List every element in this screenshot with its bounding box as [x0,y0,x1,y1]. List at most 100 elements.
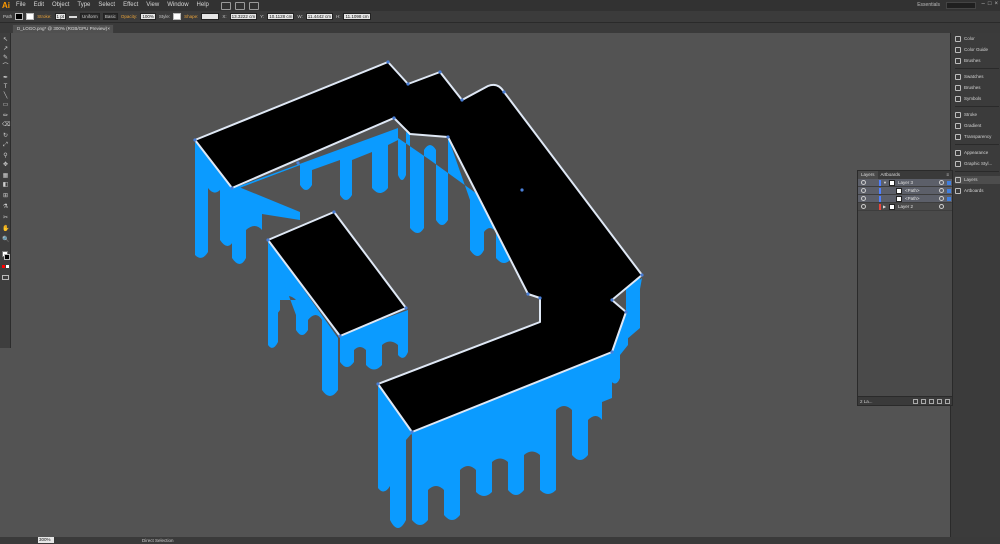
menu-type[interactable]: Type [73,0,94,11]
width-field[interactable]: 11.4442 cm [305,13,333,20]
menu-object[interactable]: Object [48,0,73,11]
layer-name[interactable]: Layer 3 [898,179,913,187]
canvas[interactable] [12,33,948,537]
tab-layers[interactable]: Layers [858,171,878,179]
menu-effect[interactable]: Effect [119,0,142,11]
menu-select[interactable]: Select [94,0,119,11]
opacity-field[interactable]: 100% [140,13,156,20]
selection-indicator[interactable] [947,181,951,185]
fill-swatch[interactable] [15,13,24,20]
shape-label[interactable]: Shape: [184,14,198,19]
paintbrush-tool-icon[interactable]: ✏ [2,113,9,119]
visibility-eye-icon[interactable] [861,188,866,193]
brush-definition-select[interactable]: Basic [102,13,118,20]
x-field[interactable]: 13.3222 cm [229,13,258,20]
rectangle-tool-icon[interactable]: ▭ [2,102,9,108]
shape-field[interactable] [201,13,220,20]
expand-triangle-icon[interactable]: ▶ [883,203,886,211]
dock-color-guide[interactable]: Color Guide [955,46,1000,54]
bridge-icon[interactable] [220,1,231,10]
menu-file[interactable]: File [12,0,30,11]
close-tab-icon[interactable]: × [107,25,110,33]
document-tab[interactable]: D_LOGO.png* @ 300% (RGB/GPU Preview) × [12,24,114,33]
close-window-button[interactable]: × [994,1,998,7]
zoom-tool-icon[interactable]: 🔍 [2,237,9,243]
dock-brushes[interactable]: Brushes [955,57,1000,65]
screen-mode-icon[interactable] [2,275,9,280]
menu-view[interactable]: View [142,0,163,11]
selection-tool-icon[interactable]: ↖ [2,37,9,43]
dock-color[interactable]: Color [955,35,1000,43]
target-circle-icon[interactable] [939,188,944,193]
search-input[interactable] [946,2,976,9]
dock-symbols[interactable]: Symbols [955,95,1000,103]
pen-tool-icon[interactable]: ✒ [2,75,9,81]
dock-stroke[interactable]: Stroke [955,111,1000,119]
create-sublayer-icon[interactable] [929,399,934,404]
visibility-eye-icon[interactable] [861,196,866,201]
scissors-tool-icon[interactable]: ✂ [2,215,9,221]
current-tool-status[interactable]: Direct Selection [142,537,174,544]
stroke-color-swatch[interactable] [4,254,10,260]
visibility-eye-icon[interactable] [861,180,866,185]
direct-selection-tool-icon[interactable]: ↗ [2,46,9,52]
artwork[interactable] [12,33,948,537]
menu-help[interactable]: Help [193,0,213,11]
expand-triangle-icon[interactable]: ▼ [883,179,887,187]
opacity-label[interactable]: Opacity: [121,14,138,19]
tab-artboards[interactable]: Artboards [878,171,904,179]
dock-appearance[interactable]: Appearance [955,149,1000,157]
stroke-weight-field[interactable]: 1 pt [54,13,67,20]
magic-wand-tool-icon[interactable]: ✎ [2,55,9,61]
stroke-profile-select[interactable]: Uniform [80,13,100,20]
perspective-grid-tool-icon[interactable]: ◧ [2,182,9,188]
stroke-swatch[interactable] [26,13,35,20]
stroke-label[interactable]: Stroke: [37,14,51,19]
make-clipping-mask-icon[interactable] [921,399,926,404]
layer-name[interactable]: <Path> [905,187,920,195]
target-circle-icon[interactable] [939,196,944,201]
layer-row[interactable]: ▶ Layer 2 [858,203,952,211]
graphic-style-swatch[interactable] [173,13,182,20]
y-field[interactable]: 10.1128 cm [267,13,295,20]
dock-transparency[interactable]: Transparency [955,133,1000,141]
gpu-rocket-icon[interactable] [248,1,259,10]
hand-tool-icon[interactable]: ✋ [2,226,9,232]
selection-indicator[interactable] [947,189,951,193]
dock-swatches[interactable]: Swatches [955,73,1000,81]
layer-row[interactable]: <Path> [858,195,952,203]
layer-name[interactable]: Layer 2 [898,203,913,211]
type-tool-icon[interactable]: T [2,84,9,90]
dock-graphic-styles[interactable]: Graphic Styl... [955,160,1000,168]
zoom-field[interactable]: 300% [38,537,54,543]
dock-artboards[interactable]: Artboards [955,187,1000,195]
warp-tool-icon[interactable]: ⚲ [2,153,9,159]
rotate-tool-icon[interactable]: ↻ [2,133,9,139]
line-tool-icon[interactable]: ╲ [2,93,9,99]
target-circle-icon[interactable] [939,204,944,209]
eyedropper-tool-icon[interactable]: ⚗ [2,204,9,210]
color-mode-icon[interactable] [2,265,5,268]
menu-edit[interactable]: Edit [30,0,48,11]
free-transform-tool-icon[interactable]: ✥ [2,162,9,168]
visibility-eye-icon[interactable] [861,204,866,209]
lasso-tool-icon[interactable]: ⌒ [2,64,9,70]
layer-row[interactable]: ▼ Layer 3 [858,179,952,187]
workspace-switcher[interactable]: Essentials [917,2,940,8]
dock-layers[interactable]: Layers [955,176,1000,184]
eraser-tool-icon[interactable]: ⌫ [2,122,10,128]
height-field[interactable]: 11.1098 cm [343,13,371,20]
maximize-button[interactable]: □ [988,1,992,7]
scale-tool-icon[interactable]: ⤢ [2,142,9,148]
mesh-tool-icon[interactable]: ⊞ [2,193,9,199]
target-circle-icon[interactable] [939,180,944,185]
dock-brushes-2[interactable]: Brushes [955,84,1000,92]
none-mode-icon[interactable] [6,265,9,268]
delete-icon[interactable] [945,399,950,404]
dock-gradient[interactable]: Gradient [955,122,1000,130]
arrange-documents-icon[interactable] [234,1,245,10]
minimize-button[interactable]: – [982,1,985,7]
layer-row[interactable]: <Path> [858,187,952,195]
create-layer-icon[interactable] [937,399,942,404]
selection-indicator[interactable] [947,197,951,201]
